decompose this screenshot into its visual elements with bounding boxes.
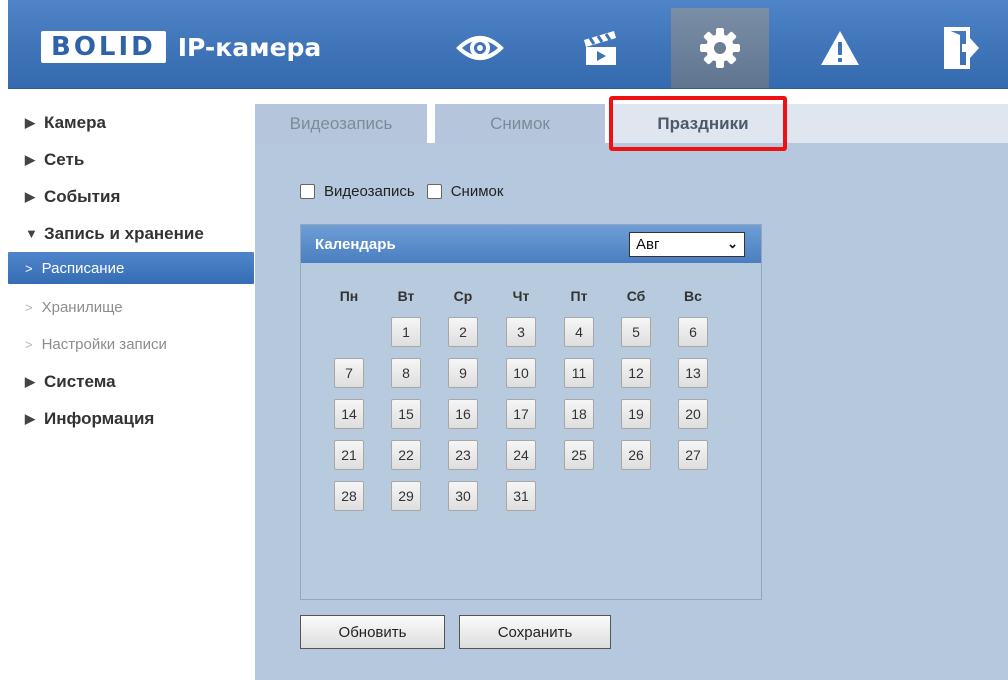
calendar-day-button[interactable]: 9 <box>448 358 478 388</box>
calendar-header: Календарь Авг ⌄ <box>301 225 761 263</box>
caret-right-icon: ▶ <box>25 188 35 204</box>
calendar-day-button[interactable]: 31 <box>506 481 536 511</box>
calendar-day-button[interactable]: 29 <box>391 481 421 511</box>
chevron-right-icon: > <box>25 260 33 276</box>
nav-logout[interactable] <box>911 8 1008 88</box>
calendar-day-button[interactable]: 11 <box>564 358 594 388</box>
sidebar-item-info[interactable]: ▶ Информация <box>0 400 254 437</box>
weekday-label: Пн <box>339 288 359 304</box>
calendar-day-button[interactable]: 5 <box>621 317 651 347</box>
calendar-day-button[interactable]: 2 <box>448 317 478 347</box>
refresh-button[interactable]: Обновить <box>300 615 445 649</box>
save-button[interactable]: Сохранить <box>459 615 611 649</box>
app-title: IP-камера <box>177 32 322 62</box>
calendar-day-button[interactable]: 13 <box>678 358 708 388</box>
clapperboard-icon <box>584 31 616 65</box>
calendar-day-button[interactable]: 14 <box>334 399 364 429</box>
calendar-day-button[interactable]: 20 <box>678 399 708 429</box>
sidebar-item-system[interactable]: ▶ Система <box>0 363 254 400</box>
calendar-day-button[interactable]: 21 <box>334 440 364 470</box>
month-select[interactable]: Авг ⌄ <box>629 231 745 257</box>
nav-settings[interactable] <box>671 8 769 88</box>
sidebar-subitem-label: Настройки записи <box>41 336 167 353</box>
calendar-day-button[interactable]: 27 <box>678 440 708 470</box>
video-record-label: Видеозапись <box>324 182 415 200</box>
tab-snapshot[interactable]: Снимок <box>435 104 605 143</box>
record-type-checks: Видеозапись Снимок <box>300 180 515 202</box>
video-record-checkbox[interactable] <box>300 183 315 199</box>
logout-icon <box>944 27 979 69</box>
calendar-day-button[interactable]: 3 <box>506 317 536 347</box>
nav-playback[interactable] <box>551 8 649 88</box>
calendar-day-button[interactable]: 6 <box>678 317 708 347</box>
nav-live-view[interactable] <box>431 8 529 88</box>
calendar-day-button[interactable]: 17 <box>506 399 536 429</box>
snapshot-checkbox[interactable] <box>426 183 442 199</box>
nav-alarm[interactable] <box>791 8 889 88</box>
calendar-day-button[interactable]: 7 <box>334 358 364 388</box>
brand-logo: BOLID <box>41 31 166 63</box>
caret-right-icon: ▶ <box>25 114 35 130</box>
calendar-day-button[interactable]: 16 <box>448 399 478 429</box>
calendar-day-button[interactable]: 12 <box>621 358 651 388</box>
calendar-title: Календарь <box>315 235 396 253</box>
caret-right-icon: ▶ <box>25 373 35 389</box>
caret-down-icon: ▼ <box>25 226 38 241</box>
sidebar-subitem-schedule[interactable]: > Расписание <box>8 252 254 284</box>
gear-icon <box>700 28 740 68</box>
snapshot-label: Снимок <box>450 182 504 200</box>
highlight-frame <box>609 96 787 151</box>
weekday-label: Пт <box>570 288 588 304</box>
sidebar-subitem-label: Хранилище <box>41 299 123 316</box>
calendar-day-button[interactable]: 23 <box>448 440 478 470</box>
weekday-label: Вс <box>684 288 702 304</box>
calendar-day-button[interactable]: 19 <box>621 399 651 429</box>
sidebar-item-label: События <box>44 186 121 206</box>
sidebar-item-events[interactable]: ▶ События <box>0 178 254 215</box>
chevron-right-icon: > <box>25 300 33 315</box>
sidebar-item-label: Запись и хранение <box>44 223 204 243</box>
sidebar-subitem-storage[interactable]: > Хранилище <box>0 289 254 326</box>
weekday-label: Ср <box>453 288 473 304</box>
sidebar-item-label: Система <box>44 371 116 391</box>
calendar-day-button[interactable]: 10 <box>506 358 536 388</box>
calendar-day-button[interactable]: 22 <box>391 440 421 470</box>
calendar-day-button[interactable]: 30 <box>448 481 478 511</box>
calendar-day-button[interactable]: 1 <box>391 317 421 347</box>
sidebar: ▶ Камера ▶ Сеть ▶ События ▼ Запись и хра… <box>0 104 254 437</box>
eye-icon <box>456 36 504 60</box>
logo: BOLID IP-камера <box>41 30 321 64</box>
month-value: Авг <box>636 235 660 253</box>
weekday-row: Пн Вт Ср Чт Пт Сб Вс <box>334 288 734 306</box>
sidebar-item-network[interactable]: ▶ Сеть <box>0 141 254 178</box>
sidebar-item-label: Сеть <box>44 149 85 169</box>
caret-right-icon: ▶ <box>25 410 35 426</box>
calendar: Календарь Авг ⌄ Пн Вт Ср Чт Пт Сб Вс 123456789… <box>300 224 762 600</box>
tab-bar-filler <box>793 104 1008 143</box>
weekday-label: Чт <box>512 288 530 304</box>
calendar-day-button[interactable]: 4 <box>564 317 594 347</box>
caret-right-icon: ▶ <box>25 151 35 167</box>
calendar-day-button[interactable]: 15 <box>391 399 421 429</box>
tab-video-record[interactable]: Видеозапись <box>255 104 427 143</box>
sidebar-item-storage[interactable]: ▼ Запись и хранение <box>0 215 254 252</box>
weekday-label: Вт <box>397 288 415 304</box>
sidebar-item-camera[interactable]: ▶ Камера <box>0 104 254 141</box>
top-header: BOLID IP-камера <box>8 0 1008 89</box>
chevron-down-icon: ⌄ <box>727 236 738 251</box>
calendar-day-button[interactable]: 18 <box>564 399 594 429</box>
calendar-day-button[interactable]: 24 <box>506 440 536 470</box>
calendar-day-button[interactable]: 26 <box>621 440 651 470</box>
weekday-label: Сб <box>626 288 646 304</box>
calendar-day-button[interactable]: 28 <box>334 481 364 511</box>
sidebar-item-label: Информация <box>44 408 155 428</box>
warning-icon <box>821 31 859 65</box>
sidebar-subitem-record-settings[interactable]: > Настройки записи <box>0 326 254 363</box>
calendar-day-button[interactable]: 8 <box>391 358 421 388</box>
sidebar-subitem-label: Расписание <box>41 259 125 277</box>
chevron-right-icon: > <box>25 337 33 352</box>
calendar-day-button[interactable]: 25 <box>564 440 594 470</box>
sidebar-item-label: Камера <box>44 112 106 132</box>
